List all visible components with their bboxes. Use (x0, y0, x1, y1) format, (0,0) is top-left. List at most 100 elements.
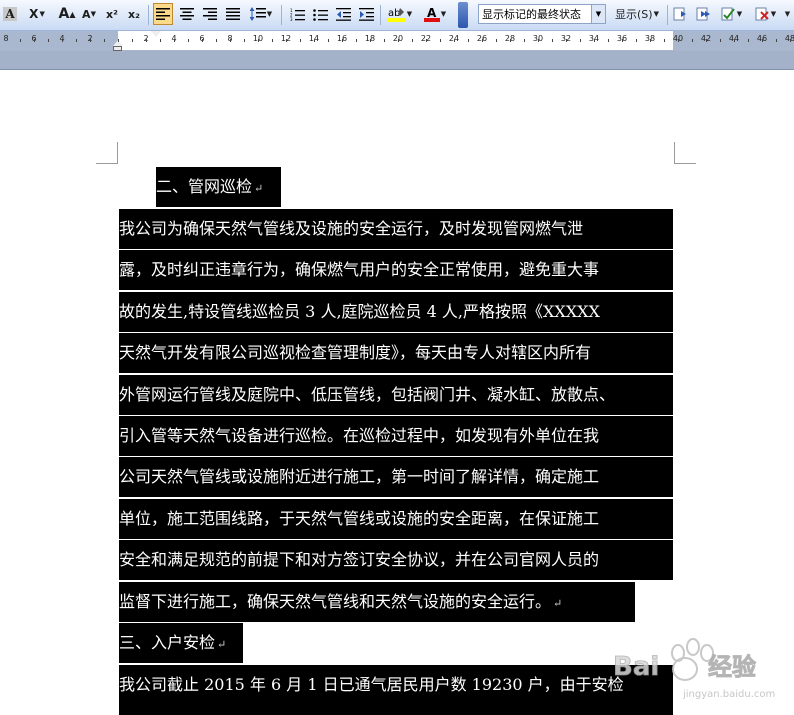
horizontal-ruler[interactable]: 8642246810121416182022242628303234363840… (0, 31, 794, 51)
svg-text:A: A (427, 6, 437, 20)
ruler-tick (734, 39, 735, 42)
line-text: 露，及时纠正违章行为，确保燃气用户的安全正常使用，避免重大事 (119, 260, 600, 280)
ruler-tick (62, 39, 63, 42)
track-changes-view-dropdown[interactable]: 显示标记的最终状态 ▼ (478, 4, 606, 24)
line-text: 外管网运行管线及庭院中、低压管线，包括阀门井、凝水缸、放散点、 (119, 384, 616, 404)
first-line-indent-marker[interactable] (151, 31, 161, 37)
ruler-tick (692, 39, 693, 42)
ruler-tick (566, 39, 567, 42)
align-center-button[interactable] (177, 3, 197, 25)
align-left-icon (156, 8, 170, 20)
ruler-tick (398, 39, 399, 42)
next-change-button[interactable] (693, 3, 713, 25)
line-text: 单位，施工范围线路，于天然气管线或设施的安全距离，在保证施工 (119, 508, 600, 528)
accept-change-button[interactable]: ▼ (716, 3, 746, 25)
align-left-button[interactable] (153, 3, 173, 25)
paragraph-mark: ↵ (254, 182, 264, 195)
ruler-tick (160, 39, 161, 42)
paragraph-line[interactable]: 引入管等天然气设备进行巡检。在巡检过程中，如发现有外单位在我 (119, 416, 673, 456)
bullets-button[interactable] (310, 3, 330, 25)
ruler-tick (510, 39, 511, 42)
line-spacing-button[interactable]: ▼ (246, 3, 276, 25)
paragraph-line[interactable]: 公司天然气管线或设施附近进行施工，第一时间了解详情，确定施工 (119, 457, 673, 498)
page-top-gap (0, 51, 794, 70)
paragraph-line[interactable]: 外管网运行管线及庭院中、低压管线，包括阀门井、凝水缸、放散点、 (119, 374, 673, 415)
phonetic-guide-button[interactable]: X ▼ (22, 3, 52, 25)
justify-icon (226, 8, 240, 20)
align-center-icon (180, 8, 194, 20)
accept-change-icon (721, 7, 735, 21)
ruler-tick (188, 39, 189, 42)
ruler-tick (300, 39, 301, 42)
paragraph-line[interactable]: 露，及时纠正违章行为，确保燃气用户的安全正常使用，避免重大事 (119, 250, 673, 291)
ruler-tick (272, 39, 273, 42)
svg-text:3: 3 (290, 17, 293, 21)
subscript-button[interactable]: x₂ (125, 3, 143, 25)
ruler-tick (412, 39, 413, 42)
ruler-tick (776, 39, 777, 42)
paragraph-line[interactable]: 我公司为确保天然气管线及设施的安全运行，及时发现管网燃气泄 (119, 209, 673, 249)
superscript-button[interactable]: x² (103, 3, 121, 25)
ruler-tick (20, 39, 21, 42)
ruler-tick (370, 39, 371, 42)
shrink-font-button[interactable]: A ▼ (80, 3, 98, 25)
highlighter-icon: ab (387, 8, 406, 22)
decrease-indent-button[interactable] (333, 3, 353, 25)
ruler-tick (608, 39, 609, 42)
ruler-tick (118, 39, 119, 42)
reject-change-button[interactable]: ▼ (750, 3, 780, 25)
ruler-tick (384, 39, 385, 42)
line-text: 故的发生,特设管线巡检员 3 人,庭院巡检员 4 人,严格按照《XXXXX (119, 301, 600, 321)
paragraph-line[interactable]: 故的发生,特设管线巡检员 3 人,庭院巡检员 4 人,严格按照《XXXXX (119, 291, 673, 332)
increase-indent-icon (358, 7, 374, 21)
toolbar-separator (667, 5, 668, 25)
toolbar-separator (148, 5, 149, 25)
paragraph-line[interactable]: 监督下进行施工，确保天然气管线和天然气设施的安全运行。 ↵ (119, 581, 635, 622)
grow-font-button[interactable]: A ▲ (58, 3, 76, 25)
font-color-button[interactable]: A ▼ (419, 3, 451, 25)
ruler-tick (664, 39, 665, 42)
ruler-tick (440, 39, 441, 42)
numbered-list-icon: 123 (290, 8, 305, 21)
toolbar-separator (281, 5, 282, 25)
chevron-down-icon: ▼ (591, 5, 605, 23)
next-change-icon (696, 7, 710, 21)
svg-text:经验: 经验 (708, 653, 756, 681)
line-text: 我公司为确保天然气管线及设施的安全运行，及时发现管网燃气泄 (119, 219, 584, 238)
toolbar-options-button[interactable]: ▼ (782, 3, 792, 25)
ruler-tick (580, 39, 581, 42)
heading-household-inspection[interactable]: 三、入户安检 ↵ (119, 623, 243, 663)
ruler-tick (720, 39, 721, 42)
paragraph-line[interactable]: 安全和满足规范的前提下和对方签订安全协议，并在公司官网人员的 (119, 540, 673, 581)
ruler-tick (48, 39, 49, 42)
toolbar-grip[interactable] (458, 2, 468, 28)
justify-button[interactable] (223, 3, 243, 25)
ruler-tick (538, 39, 539, 42)
ruler-tick (454, 39, 455, 42)
heading-pipe-inspection[interactable]: 二、管网巡检 ↵ (156, 167, 281, 207)
ruler-tick (622, 39, 623, 42)
align-right-button[interactable] (200, 3, 220, 25)
ruler-tick (496, 39, 497, 42)
previous-change-button[interactable] (670, 3, 690, 25)
ruler-tick (356, 39, 357, 42)
heading-text: 三、入户安检 (119, 633, 216, 652)
show-menu-button[interactable]: 显示(S) ▼ (609, 3, 665, 25)
margin-corner-left (96, 142, 118, 164)
align-right-icon (203, 8, 217, 20)
numbering-button[interactable]: 123 (287, 3, 307, 25)
ruler-tick (174, 39, 175, 42)
paragraph-line[interactable]: 天然气开发有限公司巡视检查管理制度》，每天由专人对辖区内所有 (119, 333, 673, 374)
formatting-toolbar: A X ▼ A ▲ A ▼ x² x₂ ▼ 123 ab ▼ A ▼ 显示标记的最终状态 … (0, 0, 794, 31)
ruler-tick (258, 39, 259, 42)
character-shading-button[interactable]: A (2, 3, 18, 25)
line-spacing-icon (249, 7, 266, 21)
show-menu-label: 显示(S) (615, 8, 653, 21)
svg-text:Bai: Bai (613, 652, 659, 682)
ruler-tick (76, 39, 77, 42)
ruler-tick (132, 39, 133, 42)
highlight-button[interactable]: ab ▼ (384, 3, 416, 25)
ruler-tick (230, 39, 231, 42)
increase-indent-button[interactable] (356, 3, 376, 25)
paragraph-line[interactable]: 单位，施工范围线路，于天然气管线或设施的安全距离，在保证施工 (119, 498, 673, 539)
